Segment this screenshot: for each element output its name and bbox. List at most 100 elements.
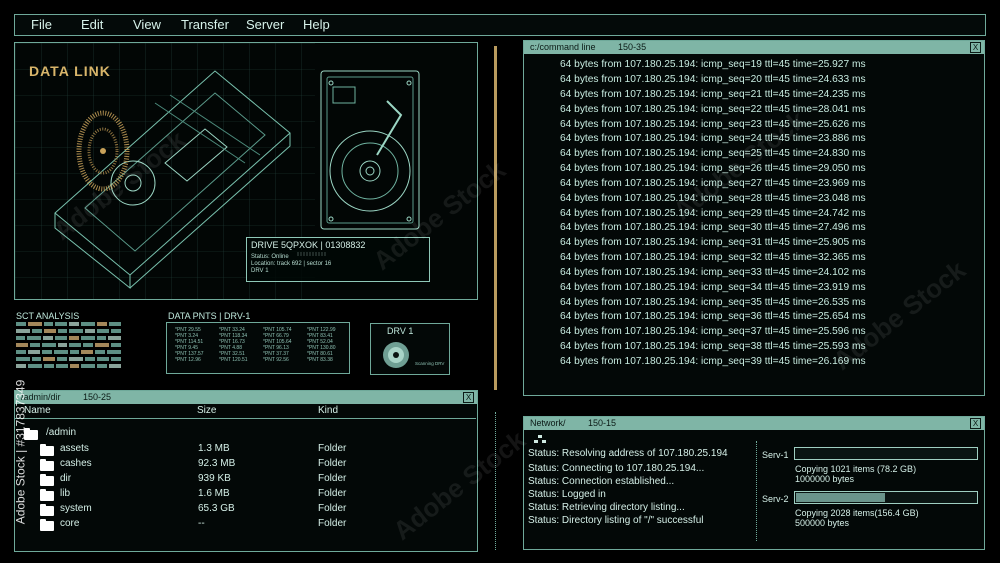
command-line-count: 150-35 [618,42,647,52]
ping-line: 64 bytes from 107.180.25.194: icmp_seq=3… [560,252,866,263]
ping-line: 64 bytes from 107.180.25.194: icmp_seq=3… [560,267,866,278]
folder-icon [40,519,54,531]
file-size: -- [198,518,205,529]
directory-close-button[interactable]: X [463,392,474,403]
drv-scan-caption: Scanning DRV [415,361,445,366]
menu-view[interactable]: View [133,17,161,32]
network-status-line: Status: Directory listing of "/" success… [528,515,704,526]
file-size: 939 KB [198,473,231,484]
data-pnts-col-1: *PNT 29.55 *PNT 3.24 *PNT 114.51 *PNT 9.… [175,327,204,363]
data-point: *PNT 120.51 [219,357,248,363]
drive-info-title: DRIVE 5QPXOK | 01308832 [251,240,366,250]
drv-scan-title: DRV 1 [387,326,414,336]
side-watermark: Adobe Stock | #317837349 [13,379,28,525]
ping-line: 64 bytes from 107.180.25.194: icmp_seq=2… [560,163,866,174]
file-name-core[interactable]: core [60,518,79,529]
file-name-system[interactable]: system [60,503,92,514]
ping-line: 64 bytes from 107.180.25.194: icmp_seq=3… [560,297,866,308]
file-name-cashes[interactable]: cashes [60,458,92,469]
ping-line: 64 bytes from 107.180.25.194: icmp_seq=2… [560,148,866,159]
ping-line: 64 bytes from 107.180.25.194: icmp_seq=2… [560,119,866,130]
network-icon [534,435,546,443]
ping-line: 64 bytes from 107.180.25.194: icmp_seq=3… [560,237,866,248]
serv-2-copying: Copying 2028 items(156.4 GB) [795,508,919,518]
network-status-line: Status: Connection established... [528,476,675,487]
menu-server[interactable]: Server [246,17,284,32]
network-status-line: Status: Connecting to 107.180.25.194... [528,463,705,474]
network-count: 150-15 [588,418,617,428]
command-line-close-button[interactable]: X [970,42,981,53]
data-link-panel: DATA LINK DRIVE 5QPXOK | 01308832 Status… [14,42,478,300]
drive-info-box: DRIVE 5QPXOK | 01308832 Status: Online L… [246,237,430,282]
network-status-line: Status: Logged in [528,489,606,500]
data-pnts-col-4: *PNT 122.99 *PNT 83.41 *PNT 52.04 *PNT 1… [307,327,336,363]
ping-line: 64 bytes from 107.180.25.194: icmp_seq=2… [560,178,866,189]
file-name-assets[interactable]: assets [60,443,89,454]
ping-line: 64 bytes from 107.180.25.194: icmp_seq=3… [560,326,866,337]
file-size: 1.6 MB [198,488,230,499]
scan-disc-icon [383,342,409,368]
ping-line: 64 bytes from 107.180.25.194: icmp_seq=2… [560,89,866,100]
ping-line: 64 bytes from 107.180.25.194: icmp_seq=1… [560,59,866,70]
file-name-dir[interactable]: dir [60,473,71,484]
data-pnts-col-3: *PNT 105.74 *PNT 66.79 *PNT 105.64 *PNT … [263,327,292,363]
file-kind: Folder [318,488,347,499]
command-line-panel: c:/command line 150-35 X 64 bytes from 1… [523,40,985,396]
network-path: Network/ [530,418,566,428]
command-line-titlebar: c:/command line 150-35 X [524,41,984,54]
folder-icon [40,474,54,486]
column-kind[interactable]: Kind [318,405,338,416]
data-point: *PNT 12.96 [175,357,201,363]
data-pnts-title: DATA PNTS | DRV-1 [168,311,251,321]
root-folder-label[interactable]: /admin [46,427,76,438]
directory-panel: /admin/dir 150-25 X [14,390,478,552]
drive-status: Status: Online [251,254,289,260]
folder-icon [40,504,54,516]
menu-help[interactable]: Help [303,17,330,32]
menu-file[interactable]: File [31,17,52,32]
file-kind: Folder [318,473,347,484]
drive-location: Location: track 692 | sector 16 [251,261,332,267]
ping-line: 64 bytes from 107.180.25.194: icmp_seq=2… [560,74,866,85]
file-name-lib[interactable]: lib [60,488,70,499]
folder-icon [40,444,54,456]
data-point: *PNT 83.38 [307,357,333,363]
command-line-path: c:/command line [530,42,596,52]
ping-line: 64 bytes from 107.180.25.194: icmp_seq=2… [560,193,866,204]
file-size: 1.3 MB [198,443,230,454]
menu-bar: File Edit View Transfer Server Help [14,14,986,36]
serv-1-progress-bar [794,447,978,460]
file-size: 65.3 GB [198,503,235,514]
file-kind: Folder [318,458,347,469]
directory-titlebar: /admin/dir 150-25 X [15,391,477,404]
ping-line: 64 bytes from 107.180.25.194: icmp_seq=3… [560,341,866,352]
folder-icon [40,489,54,501]
network-close-button[interactable]: X [970,418,981,429]
menu-edit[interactable]: Edit [81,17,103,32]
serv-2-progress-bar [794,491,978,504]
ping-line: 64 bytes from 107.180.25.194: icmp_seq=2… [560,104,866,115]
network-titlebar: Network/ 150-15 X [524,417,984,430]
folder-icon [40,459,54,471]
data-pnts-col-2: *PNT 33.24 *PNT 118.34 *PNT 16.73 *PNT 4… [219,327,248,363]
menu-transfer[interactable]: Transfer [181,17,229,32]
hard-drive-illustration [320,70,420,230]
directory-count: 150-25 [83,392,112,402]
serv-1-label: Serv-1 [762,450,789,460]
ping-line: 64 bytes from 107.180.25.194: icmp_seq=3… [560,222,866,233]
header-divider [14,418,476,419]
sct-analysis-title: SCT ANALYSIS [16,311,80,321]
file-kind: Folder [318,443,347,454]
column-name[interactable]: Name [24,405,51,416]
drv-scan-box: DRV 1 Scanning DRV [370,323,450,375]
ping-line: 64 bytes from 107.180.25.194: icmp_seq=2… [560,133,866,144]
ping-line: 64 bytes from 107.180.25.194: icmp_seq=3… [560,282,866,293]
column-size[interactable]: Size [197,405,216,416]
data-link-title: DATA LINK [29,63,111,79]
data-point: *PNT 92.56 [263,357,289,363]
serv-2-progress-fill [796,493,885,502]
network-status-line: Status: Resolving address of 107.180.25.… [528,448,728,459]
splitter-handle[interactable] [494,46,497,390]
sct-analysis-grid [16,322,121,368]
data-pnts-box: *PNT 29.55 *PNT 3.24 *PNT 114.51 *PNT 9.… [166,322,350,374]
